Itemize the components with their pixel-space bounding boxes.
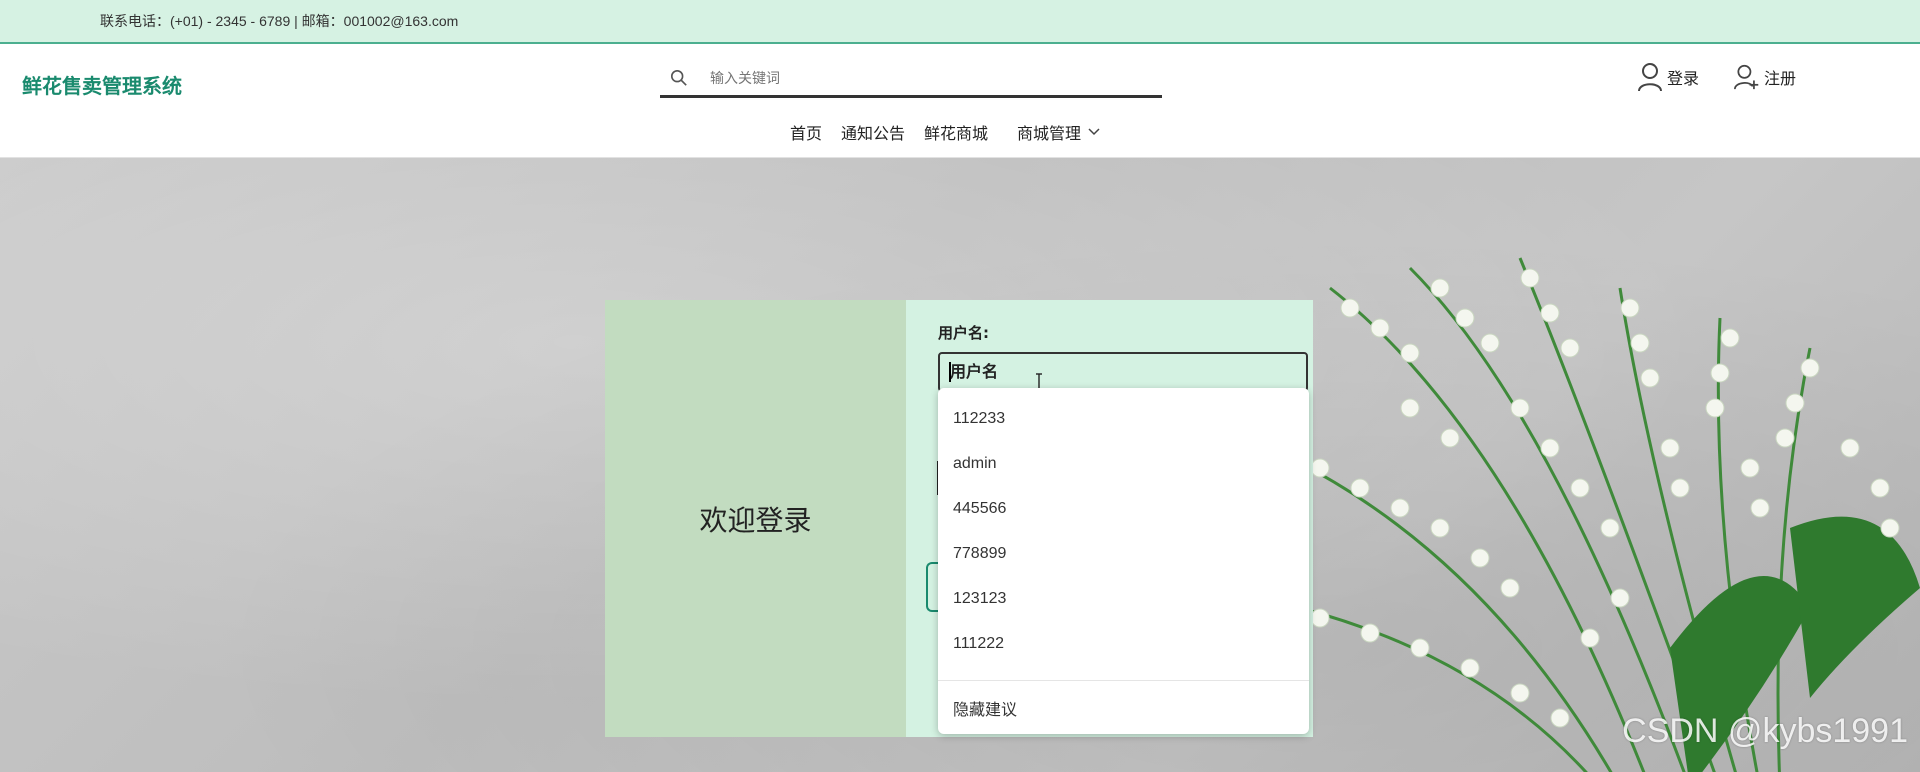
site-header: 鲜花售卖管理系统 登录 注册 首页 通知公告 鲜花商城 商城管理 xyxy=(0,46,1920,158)
nav-flower-shop[interactable]: 鲜花商城 xyxy=(924,120,988,144)
login-label: 登录 xyxy=(1667,69,1700,88)
lily-of-the-valley-image xyxy=(1290,257,1920,772)
search-icon[interactable] xyxy=(670,69,688,87)
nav-shop-management[interactable]: 商城管理 xyxy=(1017,120,1101,144)
login-welcome-panel: 欢迎登录 xyxy=(605,300,906,737)
site-logo[interactable]: 鲜花售卖管理系统 xyxy=(22,70,182,99)
user-icon xyxy=(1638,63,1662,92)
main-nav: 首页 通知公告 鲜花商城 商城管理 xyxy=(790,120,1120,144)
welcome-title: 欢迎登录 xyxy=(699,504,812,536)
username-label: 用户名: xyxy=(938,324,989,342)
register-label: 注册 xyxy=(1764,69,1797,88)
suggestion-item[interactable]: 778899 xyxy=(953,545,1006,563)
suggestion-item[interactable]: 112233 xyxy=(953,410,1005,428)
search-bar xyxy=(660,60,1162,98)
login-link[interactable]: 登录 xyxy=(1637,62,1699,92)
hide-suggestions-option[interactable]: 隐藏建议 xyxy=(953,696,1017,720)
suggestion-divider xyxy=(938,680,1309,681)
text-caret xyxy=(949,362,951,382)
register-link[interactable]: 注册 xyxy=(1734,62,1796,92)
user-add-icon xyxy=(1734,64,1759,90)
nav-shop-management-label: 商城管理 xyxy=(1017,124,1082,143)
username-input[interactable]: 用户名 xyxy=(938,352,1308,392)
watermark: CSDN @kybs1991 xyxy=(1622,712,1908,750)
contact-bar: 联系电话：(+01) - 2345 - 6789 | 邮箱：001002@163… xyxy=(0,0,1920,44)
contact-info: 联系电话：(+01) - 2345 - 6789 | 邮箱：001002@163… xyxy=(100,13,459,29)
search-input[interactable] xyxy=(710,69,1130,86)
suggestion-item[interactable]: admin xyxy=(953,455,997,473)
chevron-down-icon xyxy=(1088,128,1100,136)
nav-home[interactable]: 首页 xyxy=(790,120,822,144)
suggestion-item[interactable]: 111222 xyxy=(953,635,1004,653)
autocomplete-dropdown: 112233 admin 445566 778899 123123 111222… xyxy=(938,388,1309,734)
username-input-text: 用户名 xyxy=(950,362,999,381)
suggestion-item[interactable]: 123123 xyxy=(953,590,1006,608)
nav-notices[interactable]: 通知公告 xyxy=(841,120,905,144)
suggestion-item[interactable]: 445566 xyxy=(953,500,1006,518)
